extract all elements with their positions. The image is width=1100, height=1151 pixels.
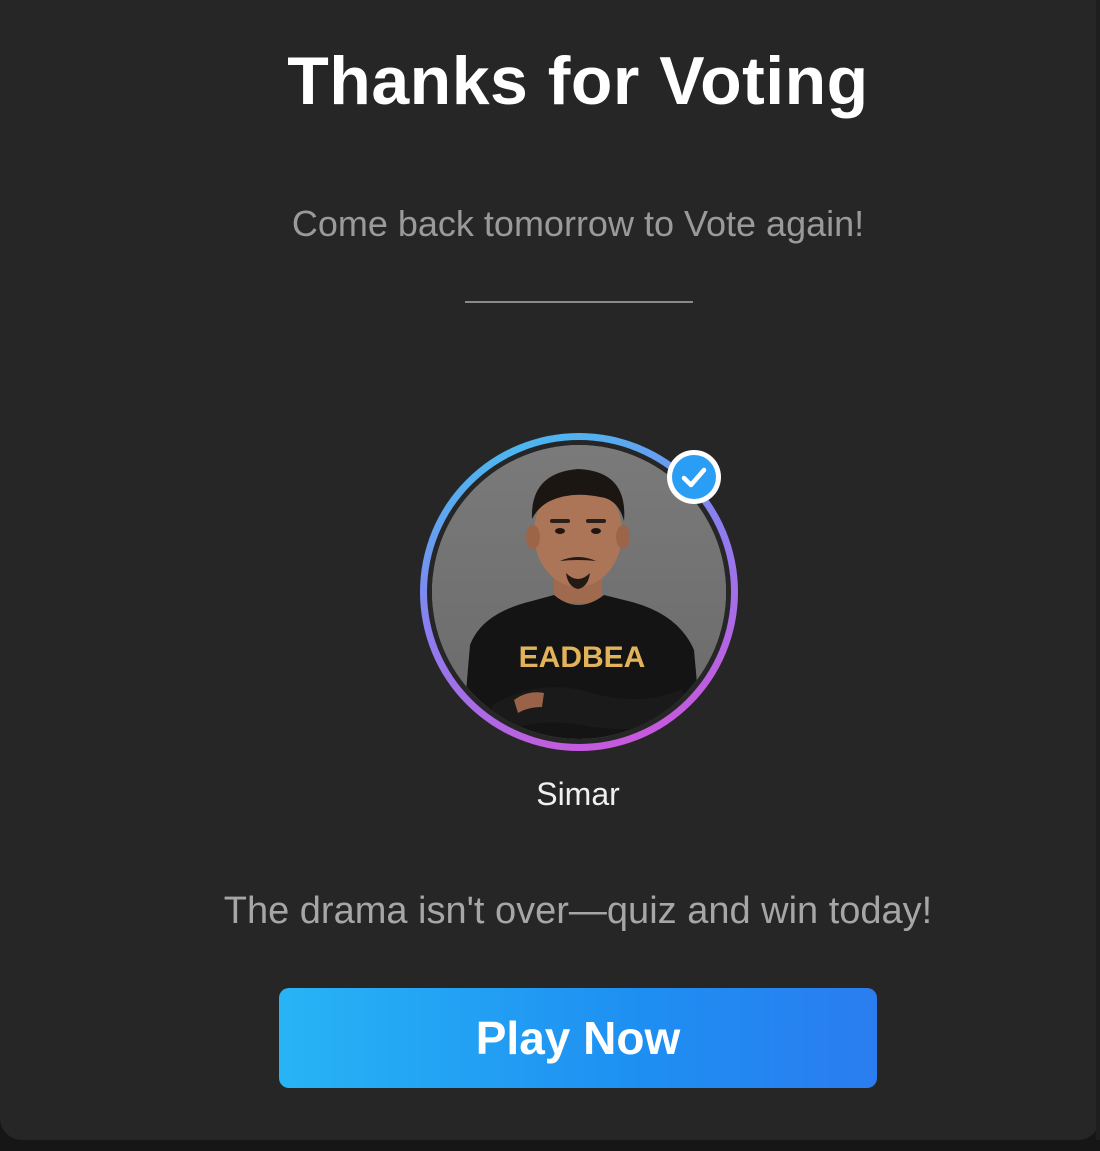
page-title: Thanks for Voting — [287, 43, 869, 119]
divider — [465, 301, 693, 303]
vote-confirmation-card: Thanks for Voting Come back tomorrow to … — [0, 0, 1100, 1140]
shirt-print-text: EADBEA — [519, 641, 646, 674]
promo-text: The drama isn't over—quiz and win today! — [223, 890, 933, 932]
subtitle-text: Come back tomorrow to Vote again! — [291, 203, 865, 244]
play-now-button[interactable]: Play Now — [279, 988, 877, 1088]
verified-badge — [667, 450, 721, 504]
check-badge-icon — [681, 467, 707, 488]
candidate-name: Simar — [536, 776, 620, 812]
